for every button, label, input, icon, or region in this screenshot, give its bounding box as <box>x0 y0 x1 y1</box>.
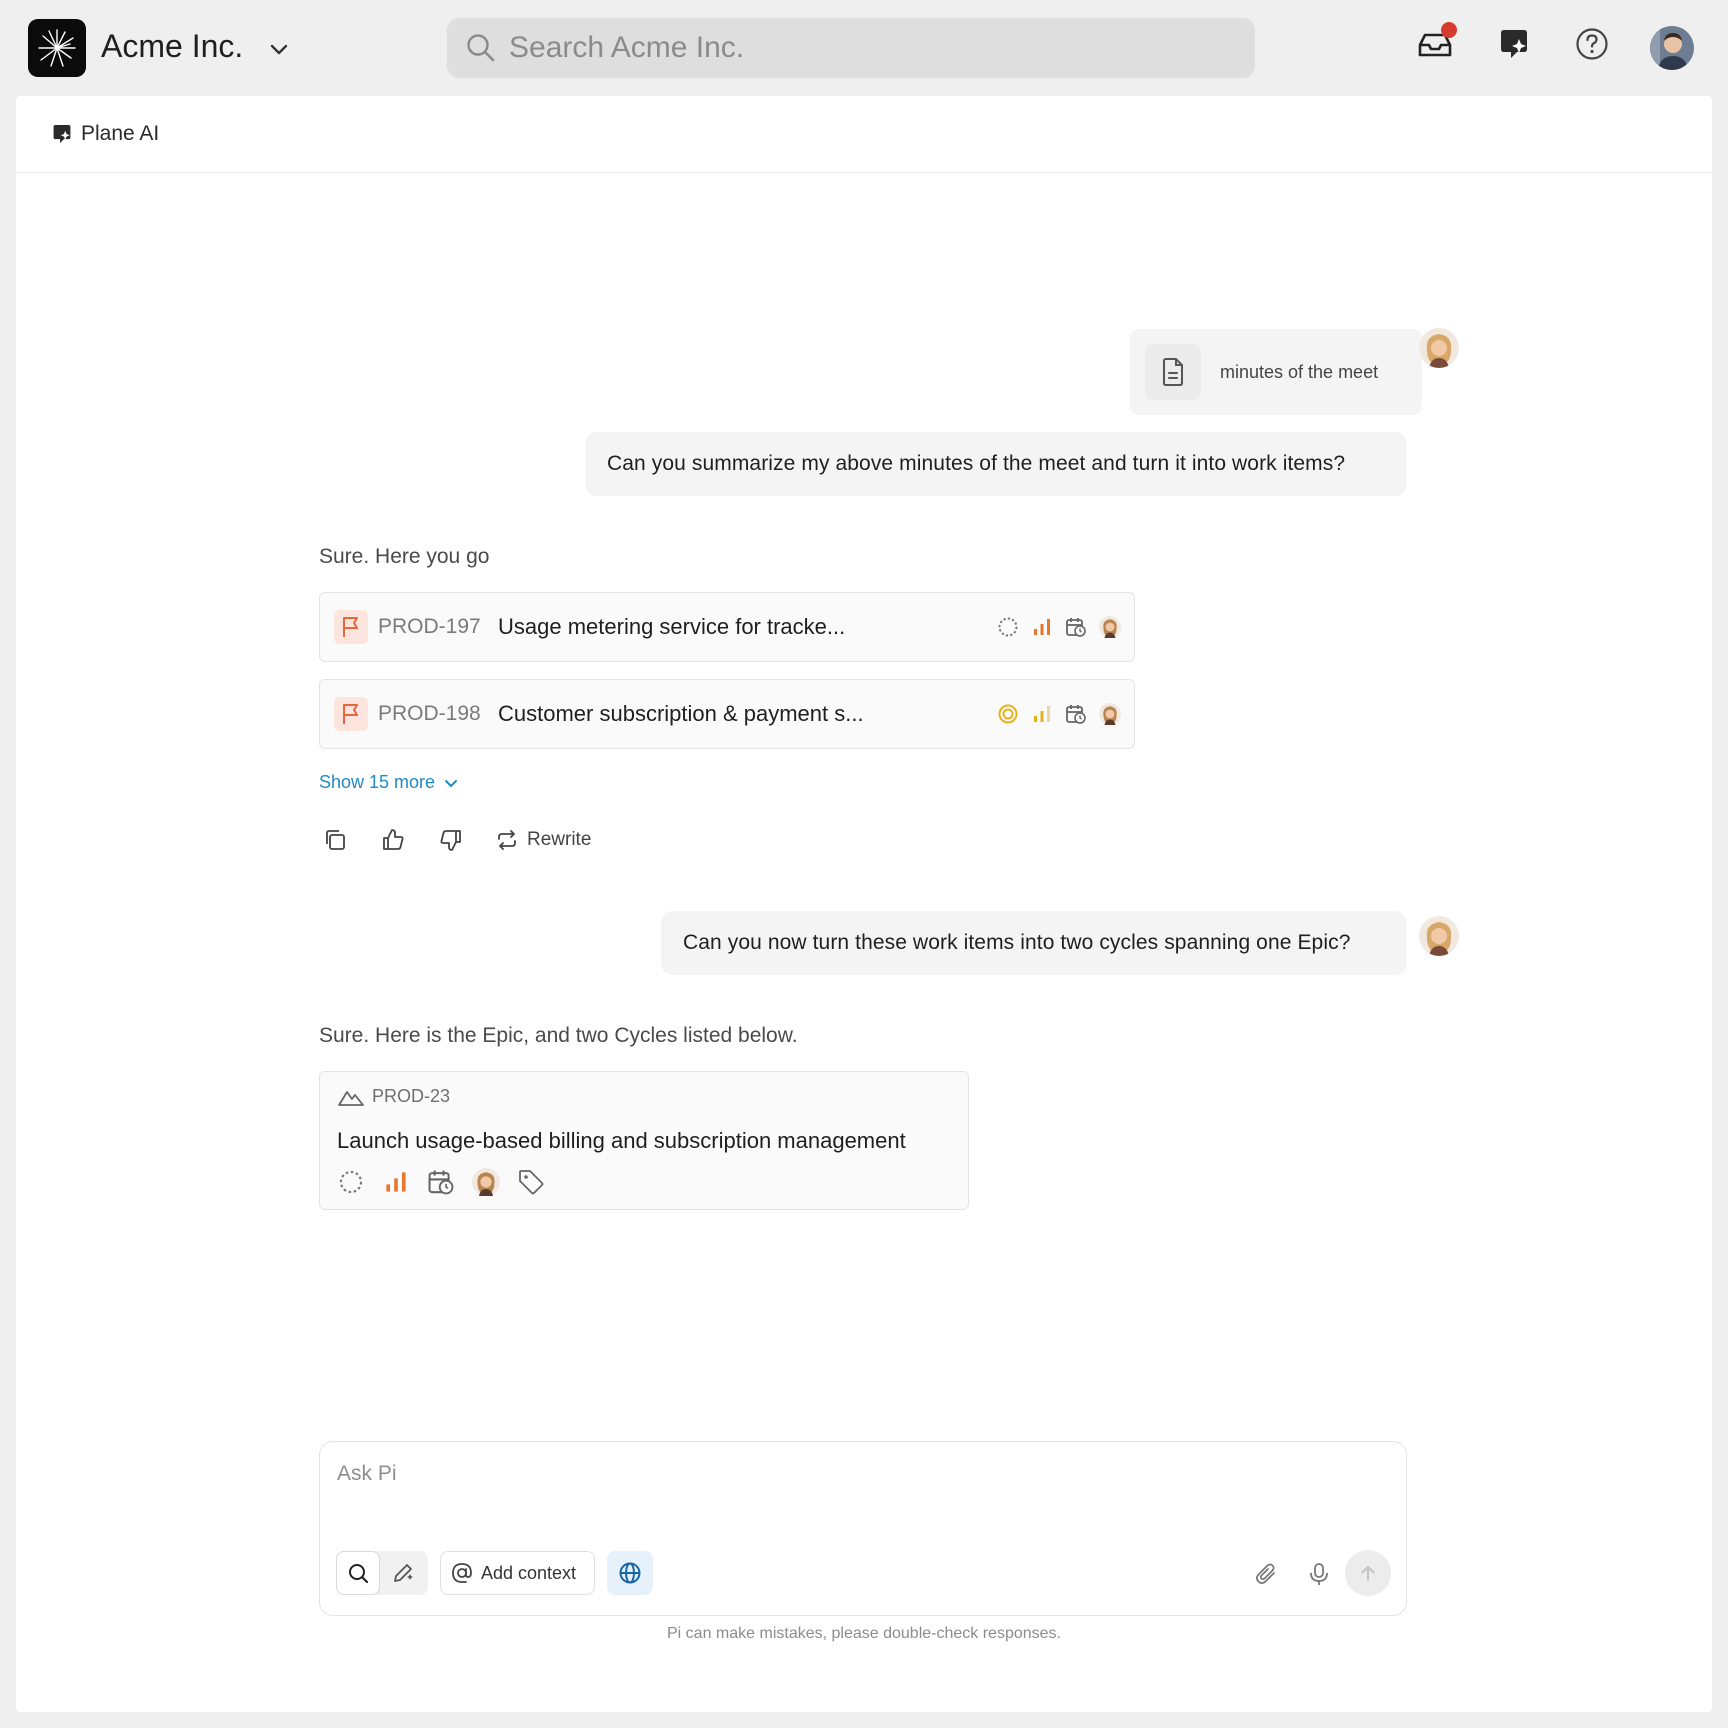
woman-avatar-image <box>1419 916 1459 956</box>
web-search-toggle[interactable] <box>607 1551 653 1595</box>
starburst-logo-icon <box>38 29 76 67</box>
search-placeholder: Search Acme Inc. <box>509 31 745 64</box>
epic-card[interactable]: PROD-23 Launch usage-based billing and s… <box>319 1071 969 1210</box>
copy-icon <box>326 830 345 850</box>
document-icon <box>1163 358 1183 386</box>
user-message-avatar <box>1419 328 1459 368</box>
work-item-title: Customer subscription & payment s... <box>498 701 864 726</box>
chat-composer[interactable]: Ask Pi Add context <box>319 1441 1407 1616</box>
help-button[interactable] <box>1572 24 1612 64</box>
mode-toggle <box>336 1551 428 1595</box>
chevron-down-icon[interactable] <box>268 38 290 60</box>
paperclip-icon <box>1256 1563 1275 1584</box>
at-sign-icon <box>452 1563 472 1583</box>
user-avatar-image <box>1650 26 1694 70</box>
user-message-1: Can you summarize my above minutes of th… <box>585 432 1407 496</box>
label-tag-icon[interactable] <box>517 1168 545 1196</box>
ai-reply-1: Sure. Here you go <box>319 545 490 568</box>
work-item-id: PROD-198 <box>378 702 481 725</box>
epic-id: PROD-23 <box>372 1086 451 1106</box>
magic-pencil-icon <box>394 1564 413 1582</box>
thumbs-up-icon <box>383 829 404 850</box>
woman-avatar-image <box>1419 328 1459 368</box>
plane-ai-icon <box>53 124 71 144</box>
epic-id-row: PROD-23 <box>338 1086 450 1107</box>
user-avatar[interactable] <box>1650 26 1694 70</box>
user-message-2: Can you now turn these work items into t… <box>661 911 1407 975</box>
due-date-icon[interactable] <box>1064 702 1088 726</box>
thumbs-down-button[interactable] <box>437 826 465 854</box>
user-message-avatar <box>1419 916 1459 956</box>
search-bar[interactable]: Search Acme Inc. <box>447 18 1255 78</box>
chevron-down-icon <box>445 779 458 787</box>
in-progress-state-icon[interactable] <box>996 702 1020 726</box>
work-item-title: Usage metering service for tracke... <box>498 614 846 639</box>
assignee-avatar[interactable] <box>1098 615 1122 639</box>
voice-input-button[interactable] <box>1306 1561 1332 1587</box>
repeat-icon <box>498 830 516 850</box>
flag-icon <box>343 704 358 724</box>
due-date-icon[interactable] <box>427 1168 455 1196</box>
assignee-avatar[interactable] <box>472 1168 500 1196</box>
notification-dot <box>1441 22 1457 38</box>
arrow-up-icon <box>1361 1566 1375 1581</box>
backlog-state-icon[interactable] <box>337 1168 365 1196</box>
top-bar: Acme Inc. Search Acme Inc. <box>0 0 1728 96</box>
microphone-icon <box>1310 1563 1328 1585</box>
rewrite-button[interactable]: Rewrite <box>495 828 591 852</box>
disclaimer-text: Pi can make mistakes, please double-chec… <box>667 1625 1061 1642</box>
main-panel: Plane AI minutes of the meet Can you sum… <box>16 96 1712 1712</box>
priority-high-icon[interactable] <box>1030 615 1054 639</box>
attachment-name: minutes of the meet <box>1220 361 1379 382</box>
thumbs-down-icon <box>440 830 461 851</box>
work-item-properties <box>996 615 1122 639</box>
send-button[interactable] <box>1345 1550 1391 1596</box>
inbox-button[interactable] <box>1415 22 1457 64</box>
epic-mountain-icon <box>338 1090 364 1106</box>
flag-icon-wrapper <box>334 610 368 644</box>
rewrite-label: Rewrite <box>527 829 592 850</box>
search-icon <box>467 34 495 62</box>
attach-button[interactable] <box>1253 1561 1279 1587</box>
plane-ai-icon <box>1501 30 1527 58</box>
help-icon <box>1576 28 1608 60</box>
file-icon-wrapper <box>1145 344 1201 400</box>
response-actions: Rewrite <box>321 826 591 854</box>
show-more-button[interactable]: Show 15 more <box>319 772 459 793</box>
work-item-id: PROD-197 <box>378 615 481 638</box>
due-date-icon[interactable] <box>1064 615 1088 639</box>
ask-mode-button[interactable] <box>336 1551 380 1595</box>
backlog-state-icon[interactable] <box>996 615 1020 639</box>
flag-icon <box>343 617 358 637</box>
composer-input[interactable]: Ask Pi <box>337 1462 397 1486</box>
attachment-bubble[interactable]: minutes of the meet <box>1130 329 1422 415</box>
add-context-button[interactable]: Add context <box>440 1551 595 1595</box>
thumbs-up-button[interactable] <box>379 826 407 854</box>
priority-medium-icon[interactable] <box>1030 702 1054 726</box>
add-context-label: Add context <box>481 1562 577 1583</box>
show-more-label: Show 15 more <box>319 772 436 792</box>
assignee-avatar[interactable] <box>1098 702 1122 726</box>
page-header: Plane AI <box>16 96 1712 173</box>
flag-icon-wrapper <box>334 697 368 731</box>
copy-button[interactable] <box>321 826 349 854</box>
globe-icon <box>619 1562 641 1584</box>
epic-properties <box>337 1168 545 1196</box>
build-mode-button[interactable] <box>380 1551 426 1595</box>
search-icon <box>349 1564 369 1584</box>
work-item-card[interactable]: PROD-197 Usage metering service for trac… <box>319 592 1135 662</box>
ai-reply-2: Sure. Here is the Epic, and two Cycles l… <box>319 1024 798 1047</box>
plane-ai-button[interactable] <box>1494 24 1534 64</box>
workspace-name[interactable]: Acme Inc. <box>101 28 243 65</box>
workspace-logo[interactable] <box>28 19 86 77</box>
priority-high-icon[interactable] <box>382 1168 410 1196</box>
work-item-card[interactable]: PROD-198 Customer subscription & payment… <box>319 679 1135 749</box>
page-title: Plane AI <box>81 122 160 145</box>
work-item-properties <box>996 702 1122 726</box>
epic-title: Launch usage-based billing and subscript… <box>337 1128 906 1153</box>
